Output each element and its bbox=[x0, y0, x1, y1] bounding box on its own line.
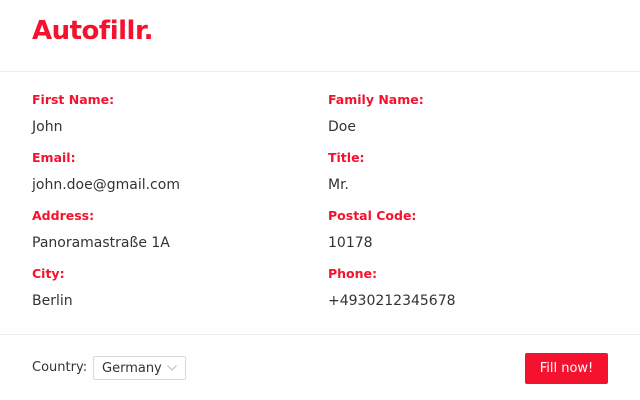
autofillr-popup: Autofillr. First Name: John Family Name:… bbox=[0, 0, 640, 400]
field-value: John bbox=[32, 119, 63, 135]
fill-now-button[interactable]: Fill now! bbox=[525, 353, 608, 384]
field-label: Family Name: bbox=[328, 92, 424, 107]
footer: Country: Germany Fill now! bbox=[0, 334, 640, 400]
field-value: Mr. bbox=[328, 177, 349, 193]
field-value: Doe bbox=[328, 119, 356, 135]
field-address: Address: Panoramastraße 1A bbox=[32, 208, 312, 252]
field-label: Email: bbox=[32, 150, 76, 165]
country-select[interactable]: Germany bbox=[93, 356, 186, 380]
field-label: City: bbox=[32, 266, 65, 281]
field-city: City: Berlin bbox=[32, 266, 312, 310]
field-value: 10178 bbox=[328, 235, 373, 251]
country-selected-value: Germany bbox=[102, 361, 162, 376]
field-label: Postal Code: bbox=[328, 208, 417, 223]
field-first-name: First Name: John bbox=[32, 92, 312, 136]
profile-fields: First Name: John Family Name: Doe Email:… bbox=[0, 72, 640, 334]
field-family-name: Family Name: Doe bbox=[328, 92, 608, 136]
chevron-down-icon bbox=[167, 365, 177, 371]
country-label: Country: bbox=[32, 360, 88, 375]
field-label: Title: bbox=[328, 150, 365, 165]
field-value: john.doe@gmail.com bbox=[32, 177, 180, 193]
field-phone: Phone: +4930212345678 bbox=[328, 266, 608, 310]
field-label: Address: bbox=[32, 208, 95, 223]
field-label: Phone: bbox=[328, 266, 378, 281]
app-logo: Autofillr. bbox=[32, 16, 153, 46]
field-email: Email: john.doe@gmail.com bbox=[32, 150, 312, 194]
field-postal-code: Postal Code: 10178 bbox=[328, 208, 608, 252]
field-value: +4930212345678 bbox=[328, 293, 456, 309]
field-label: First Name: bbox=[32, 92, 115, 107]
field-value: Berlin bbox=[32, 293, 73, 309]
field-value: Panoramastraße 1A bbox=[32, 235, 170, 251]
header: Autofillr. bbox=[0, 0, 640, 72]
field-title: Title: Mr. bbox=[328, 150, 608, 194]
